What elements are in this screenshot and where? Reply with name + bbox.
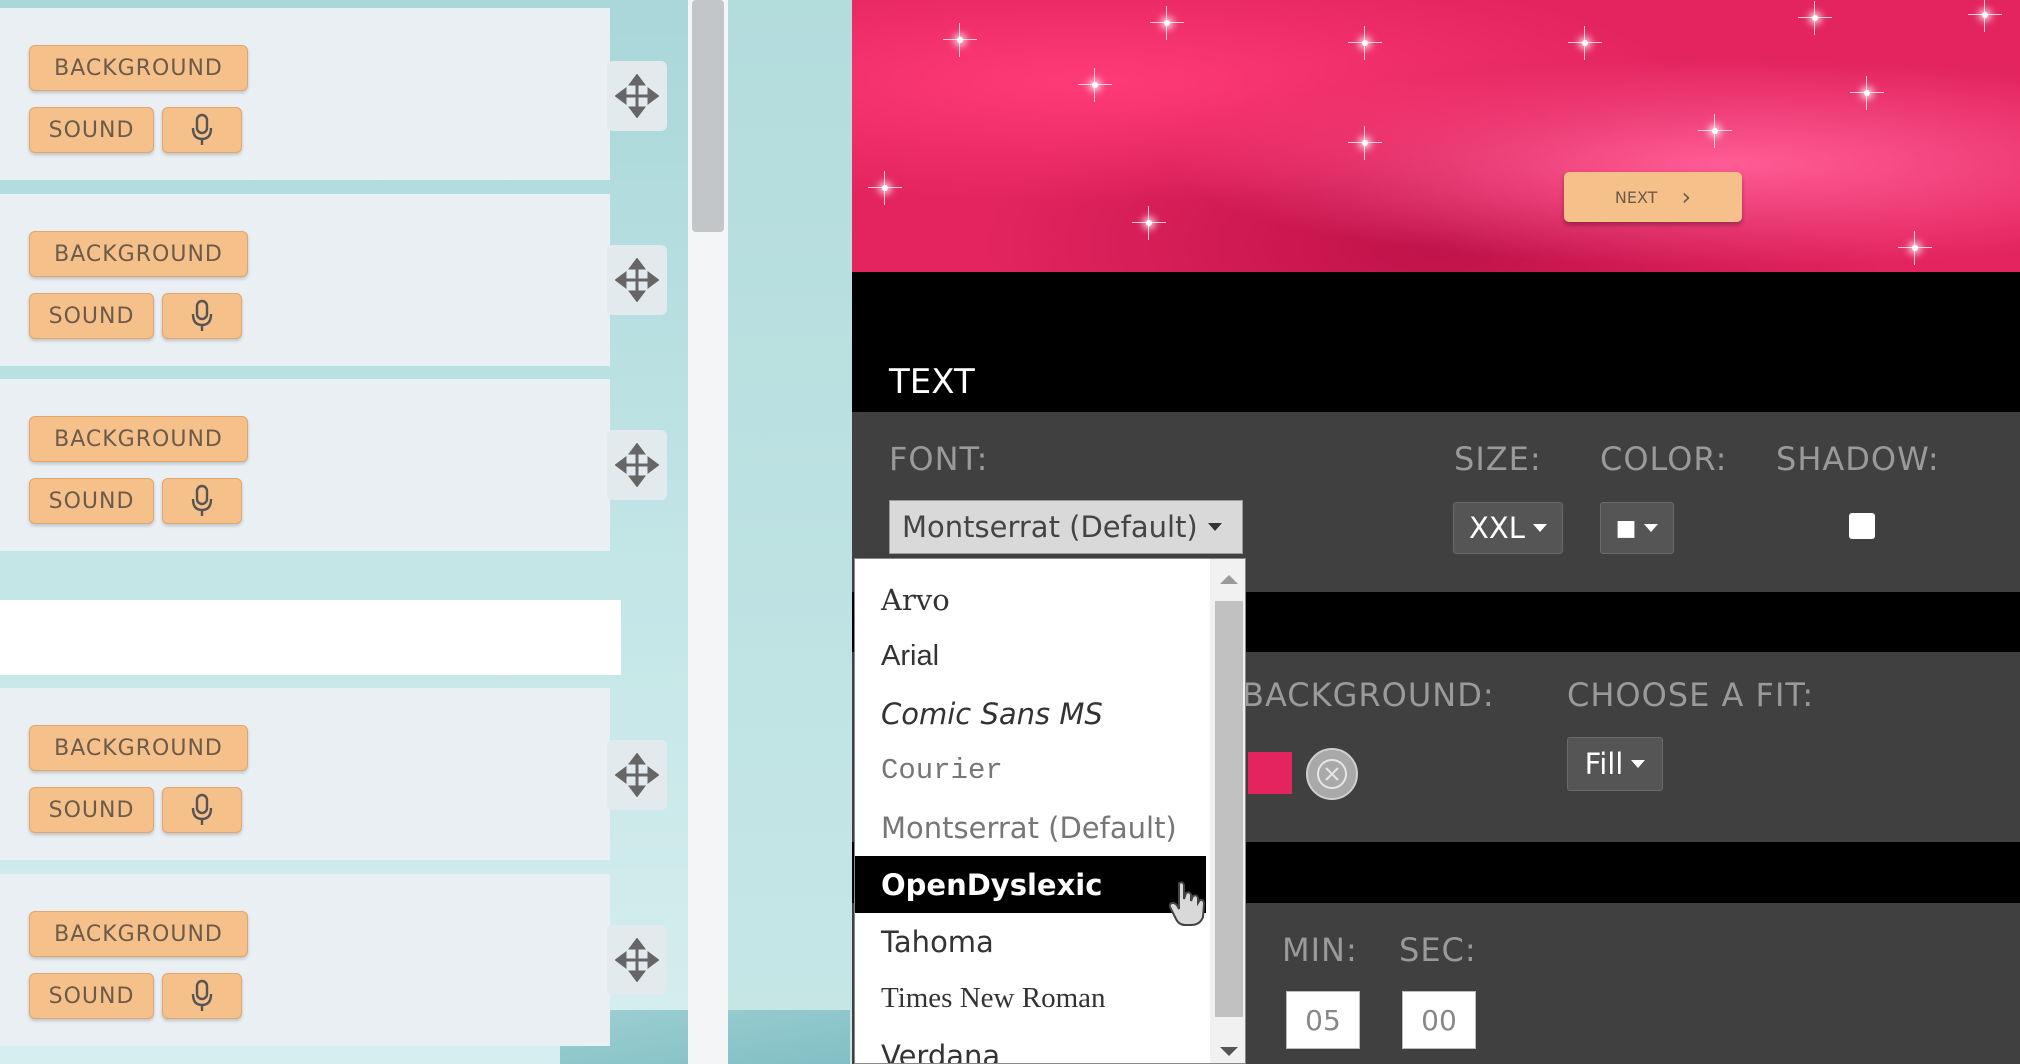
move-handle[interactable] [607,61,667,131]
slide-preview: NEXT › [852,0,2020,272]
shadow-checkbox[interactable] [1849,513,1875,539]
scroll-down-arrow-icon[interactable] [1220,1047,1238,1056]
background-thumbnail[interactable] [1248,752,1292,794]
font-label: FONT: [889,440,989,478]
size-label: SIZE: [1454,440,1542,478]
seconds-input[interactable]: 00 [1402,991,1476,1049]
font-option-courier[interactable]: Courier [855,742,1206,799]
background-button[interactable]: BACKGROUND [29,231,248,277]
sound-button[interactable]: SOUND [29,973,154,1019]
remove-background-button[interactable] [1306,748,1358,800]
font-option-comic-sans[interactable]: Comic Sans MS [855,685,1206,742]
chevron-right-icon: › [1681,183,1692,211]
text-section-heading: TEXT [889,362,975,402]
slide-card: BACKGROUND SOUND [0,688,610,860]
font-option-arvo[interactable]: Arvo [855,571,1206,628]
font-select-value: Montserrat (Default) [902,510,1198,544]
move-handle[interactable] [607,430,667,500]
sparkle [868,171,902,205]
fit-select-value: Fill [1584,747,1624,781]
size-select[interactable]: XXL [1453,502,1563,554]
sparkle [1348,26,1382,60]
slide-card: BACKGROUND SOUND [0,8,610,180]
close-icon [1317,759,1347,789]
sound-button[interactable]: SOUND [29,478,154,524]
sparkle [1850,76,1884,110]
chevron-down-icon [1532,524,1547,532]
chevron-down-icon [1644,524,1659,532]
microphone-icon [191,484,213,516]
move-icon [615,258,659,302]
fit-label: CHOOSE A FIT: [1567,676,1815,714]
move-icon [615,753,659,797]
slide-list-scroll-thumb[interactable] [692,0,724,232]
microphone-icon [191,113,213,145]
sparkle [1698,114,1732,148]
background-label: BACKGROUND: [1242,676,1495,714]
move-icon [615,74,659,118]
background-button[interactable]: BACKGROUND [29,45,248,91]
sparkle [1798,1,1832,35]
font-option-times-new-roman[interactable]: Times New Roman [855,970,1206,1027]
microphone-button[interactable] [162,973,242,1019]
sparkle [1132,206,1166,240]
sparkle [1348,126,1382,160]
sound-button[interactable]: SOUND [29,787,154,833]
microphone-button[interactable] [162,293,242,339]
background-button[interactable]: BACKGROUND [29,416,248,462]
sparkle [1968,0,2002,32]
min-label: MIN: [1282,931,1358,969]
sparkle [1078,68,1112,102]
move-icon [615,938,659,982]
hand-cursor-icon [1168,881,1206,926]
sound-button[interactable]: SOUND [29,293,154,339]
drop-placeholder [0,600,621,675]
move-handle[interactable] [607,245,667,315]
font-option-arial[interactable]: Arial [855,628,1206,685]
microphone-button[interactable] [162,478,242,524]
font-option-montserrat[interactable]: Montserrat (Default) [855,799,1206,856]
sparkle [1898,231,1932,265]
slide-card: BACKGROUND SOUND [0,874,610,1046]
background-button[interactable]: BACKGROUND [29,725,248,771]
microphone-icon [191,299,213,331]
microphone-icon [191,979,213,1011]
font-option-opendyslexic[interactable]: OpenDyslexic [855,856,1206,913]
scroll-up-arrow-icon[interactable] [1220,575,1238,584]
sec-label: SEC: [1399,931,1477,969]
font-dropdown-list[interactable]: Arvo Arial Comic Sans MS Courier Montser… [854,558,1246,1064]
font-option-verdana[interactable]: Verdana [855,1027,1206,1064]
sound-button[interactable]: SOUND [29,107,154,153]
sparkle [1150,6,1184,40]
slide-card: BACKGROUND SOUND [0,379,610,551]
chevron-down-icon [1207,523,1222,531]
dropdown-scroll-thumb[interactable] [1215,601,1243,1017]
sparkle [943,23,977,57]
left-scenery-strip [728,0,852,1064]
color-select[interactable]: ■ [1600,502,1674,554]
fit-select[interactable]: Fill [1567,737,1663,791]
move-icon [615,443,659,487]
microphone-button[interactable] [162,787,242,833]
background-button[interactable]: BACKGROUND [29,911,248,957]
move-handle[interactable] [607,925,667,995]
font-select[interactable]: Montserrat (Default) [889,500,1243,554]
move-handle[interactable] [607,740,667,810]
chevron-down-icon [1631,760,1646,768]
next-label: NEXT [1614,187,1658,207]
next-button[interactable]: NEXT › [1564,172,1742,222]
shadow-label: SHADOW: [1776,440,1940,478]
slide-card: BACKGROUND SOUND [0,194,610,366]
size-select-value: XXL [1469,511,1525,545]
microphone-icon [191,793,213,825]
sparkle [1568,26,1602,60]
font-option-tahoma[interactable]: Tahoma [855,913,1206,970]
microphone-button[interactable] [162,107,242,153]
color-label: COLOR: [1600,440,1728,478]
color-swatch: ■ [1615,515,1637,541]
minutes-input[interactable]: 05 [1286,991,1360,1049]
